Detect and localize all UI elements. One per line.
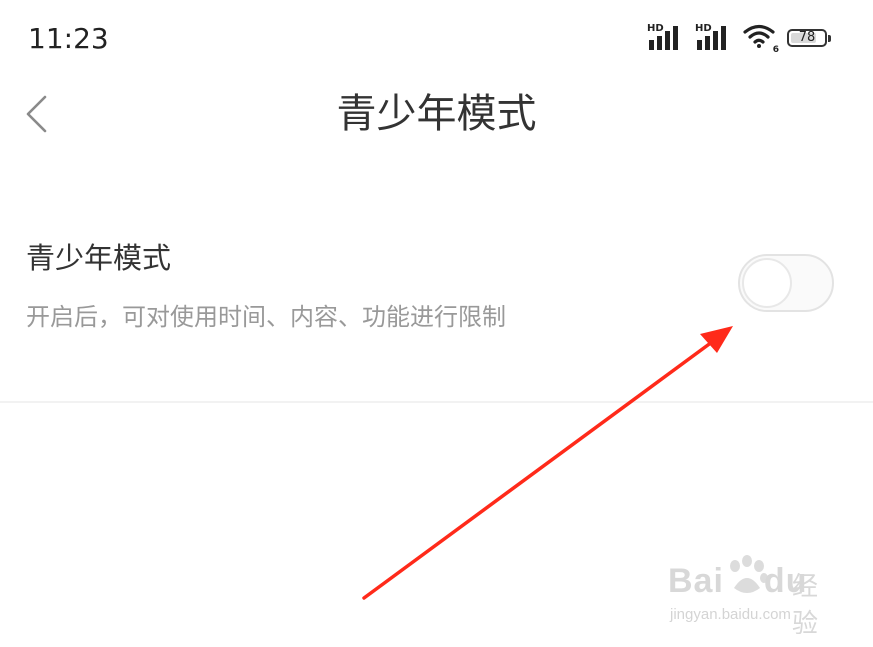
battery-body: 78: [787, 29, 827, 47]
toggle-knob: [742, 258, 792, 308]
teen-mode-setting-row: 青少年模式 开启后，可对使用时间、内容、功能进行限制: [0, 210, 873, 402]
hd-label: HD: [695, 23, 712, 34]
watermark-brand: Bai du: [668, 562, 807, 601]
status-bar: 11:23 HD HD 6 78: [0, 0, 873, 78]
teen-mode-toggle[interactable]: [738, 254, 834, 312]
watermark-brand-bai: Bai: [668, 562, 724, 600]
setting-description: 开启后，可对使用时间、内容、功能进行限制: [26, 303, 506, 331]
battery-tip: [828, 34, 831, 42]
hd-label: HD: [647, 23, 664, 34]
wifi-icon: 6: [743, 23, 779, 55]
header: 青少年模式: [0, 78, 873, 152]
status-time: 11:23: [28, 22, 109, 55]
divider: [0, 401, 873, 403]
baidu-jingyan-watermark: Bai du 经验 jingyan.baidu.com: [668, 552, 838, 639]
battery-icon: 78: [787, 28, 833, 48]
battery-level: 78: [798, 30, 816, 45]
setting-title: 青少年模式: [26, 241, 172, 275]
signal-sim1-icon: HD: [647, 24, 685, 52]
wifi-standard-label: 6: [772, 45, 779, 55]
page-title: 青少年模式: [336, 91, 537, 137]
status-icons: HD HD 6 78: [647, 22, 833, 55]
signal-sim2-icon: HD: [695, 24, 733, 52]
watermark-url: jingyan.baidu.com: [670, 606, 791, 623]
watermark-brand-cn: 经验: [792, 572, 819, 639]
